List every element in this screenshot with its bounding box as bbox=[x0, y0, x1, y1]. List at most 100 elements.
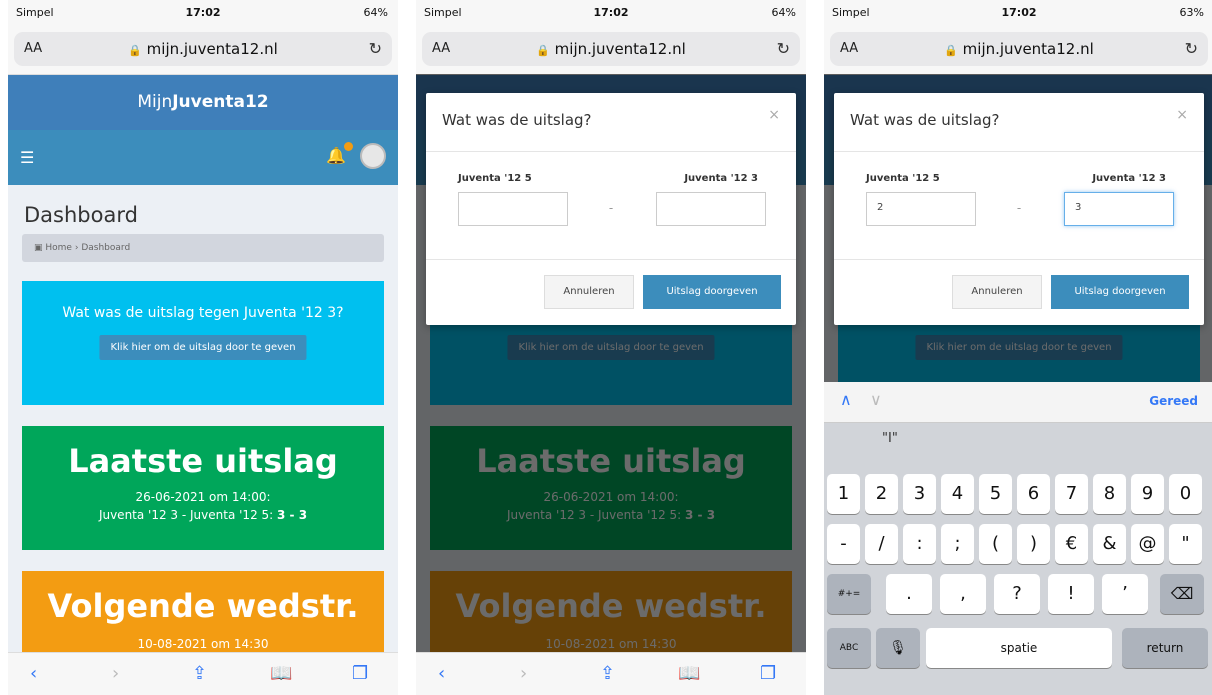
forward-icon[interactable]: › bbox=[520, 663, 527, 684]
keyboard-row-bottom: ABC 🎙 spatie return bbox=[824, 628, 1212, 672]
menu-icon[interactable]: ☰ bbox=[20, 148, 34, 167]
key-comma[interactable]: , bbox=[940, 574, 986, 614]
key-6[interactable]: 6 bbox=[1017, 474, 1050, 514]
url-text: 🔒 mijn.juventa12.nl bbox=[944, 40, 1094, 58]
key-3[interactable]: 3 bbox=[903, 474, 936, 514]
last-result-heading: Laatste uitslag bbox=[68, 442, 338, 480]
report-result-button[interactable]: Klik hier om de uitslag door te geven bbox=[99, 335, 307, 360]
key-8[interactable]: 8 bbox=[1093, 474, 1126, 514]
keyboard-row-digits: 1 2 3 4 5 6 7 8 9 0 bbox=[824, 474, 1212, 518]
breadcrumb: ▣ Home › Dashboard bbox=[22, 234, 384, 262]
clock: 17:02 bbox=[1001, 6, 1037, 19]
url-text: 🔒 mijn.juventa12.nl bbox=[128, 40, 278, 58]
battery-level: 64% bbox=[771, 6, 796, 19]
cancel-button[interactable]: Annuleren bbox=[952, 275, 1042, 309]
last-result-date: 26-06-2021 om 14:00: bbox=[135, 490, 271, 504]
key-euro[interactable]: € bbox=[1055, 524, 1088, 564]
bookmarks-icon[interactable]: 📖 bbox=[678, 663, 700, 684]
key-4[interactable]: 4 bbox=[941, 474, 974, 514]
key-semicolon[interactable]: ; bbox=[941, 524, 974, 564]
breadcrumb-home[interactable]: Home bbox=[45, 243, 72, 253]
url-field[interactable]: AA 🔒 mijn.juventa12.nl ↻ bbox=[14, 32, 392, 66]
reload-icon[interactable]: ↻ bbox=[369, 39, 382, 58]
submit-result-button[interactable]: Uitslag doorgeven bbox=[1051, 275, 1189, 309]
key-dash[interactable]: - bbox=[827, 524, 860, 564]
key-more-symbols[interactable]: #+= bbox=[827, 574, 871, 614]
last-result-line: Juventa '12 3 - Juventa '12 5: 3 - 3 bbox=[22, 508, 384, 522]
key-2[interactable]: 2 bbox=[865, 474, 898, 514]
lock-icon: 🔒 bbox=[128, 44, 142, 57]
key-period[interactable]: . bbox=[886, 574, 932, 614]
key-5[interactable]: 5 bbox=[979, 474, 1012, 514]
space-key[interactable]: spatie bbox=[926, 628, 1112, 668]
key-0[interactable]: 0 bbox=[1169, 474, 1202, 514]
key-ampersand[interactable]: & bbox=[1093, 524, 1126, 564]
key-close-paren[interactable]: ) bbox=[1017, 524, 1050, 564]
address-bar: AA 🔒 mijn.juventa12.nl ↻ bbox=[824, 26, 1212, 75]
status-bar: Simpel 17:02 64% bbox=[416, 0, 806, 26]
lock-icon: 🔒 bbox=[944, 44, 958, 57]
backspace-icon[interactable]: ⌫ bbox=[1160, 574, 1204, 614]
keyboard-accessory-bar: ∧ ∨ Gereed bbox=[824, 382, 1212, 423]
away-score-input[interactable] bbox=[656, 192, 766, 226]
tabs-icon[interactable]: ❐ bbox=[352, 663, 368, 684]
navbar: ☰ 🔔 bbox=[8, 130, 398, 185]
key-quote[interactable]: " bbox=[1169, 524, 1202, 564]
browser-toolbar: ‹ › ⇪ 📖 ❐ bbox=[8, 652, 398, 695]
bookmarks-icon[interactable]: 📖 bbox=[270, 663, 292, 684]
suggestion-item[interactable]: "I" bbox=[882, 431, 898, 446]
question-text: Wat was de uitslag tegen Juventa '12 3? bbox=[62, 305, 344, 321]
key-at[interactable]: @ bbox=[1131, 524, 1164, 564]
notification-dot bbox=[344, 142, 353, 151]
bell-icon[interactable]: 🔔 bbox=[326, 142, 353, 165]
key-apostrophe[interactable]: ’ bbox=[1102, 574, 1148, 614]
home-team-label: Juventa '12 5 bbox=[866, 173, 940, 184]
avatar[interactable] bbox=[360, 143, 386, 169]
key-open-paren[interactable]: ( bbox=[979, 524, 1012, 564]
result-modal: Wat was de uitslag? × Juventa '12 5 Juve… bbox=[426, 93, 796, 325]
divider bbox=[426, 259, 796, 260]
key-colon[interactable]: : bbox=[903, 524, 936, 564]
close-icon[interactable]: × bbox=[1176, 107, 1188, 123]
back-icon[interactable]: ‹ bbox=[30, 663, 37, 684]
url-text: 🔒 mijn.juventa12.nl bbox=[536, 40, 686, 58]
clock: 17:02 bbox=[593, 6, 629, 19]
away-score-input[interactable]: 3 bbox=[1064, 192, 1174, 226]
modal-title: Wat was de uitslag? bbox=[850, 111, 1000, 129]
microphone-icon[interactable]: 🎙 bbox=[876, 628, 920, 668]
reload-icon[interactable]: ↻ bbox=[1185, 39, 1198, 58]
return-key[interactable]: return bbox=[1122, 628, 1208, 668]
result-modal: Wat was de uitslag? × Juventa '12 5 Juve… bbox=[834, 93, 1204, 325]
browser-toolbar: ‹ › ⇪ 📖 ❐ bbox=[416, 652, 806, 695]
forward-icon[interactable]: › bbox=[112, 663, 119, 684]
address-bar: AA 🔒 mijn.juventa12.nl ↻ bbox=[416, 26, 806, 75]
submit-result-button[interactable]: Uitslag doorgeven bbox=[643, 275, 781, 309]
breadcrumb-current: Dashboard bbox=[81, 243, 131, 253]
phone-screen-modal-empty: Simpel 17:02 64% AA 🔒 mijn.juventa12.nl … bbox=[416, 0, 806, 695]
key-9[interactable]: 9 bbox=[1131, 474, 1164, 514]
share-icon[interactable]: ⇪ bbox=[192, 663, 207, 684]
next-match-date: 10-08-2021 om 14:30 bbox=[137, 637, 269, 651]
key-7[interactable]: 7 bbox=[1055, 474, 1088, 514]
share-icon[interactable]: ⇪ bbox=[600, 663, 615, 684]
cancel-button[interactable]: Annuleren bbox=[544, 275, 634, 309]
breadcrumb-separator: › bbox=[74, 243, 79, 253]
last-result-score: 3 - 3 bbox=[277, 508, 308, 522]
key-abc[interactable]: ABC bbox=[827, 628, 871, 668]
home-team-label: Juventa '12 5 bbox=[458, 173, 532, 184]
reload-icon[interactable]: ↻ bbox=[777, 39, 790, 58]
previous-field-icon[interactable]: ∧ bbox=[840, 390, 852, 409]
tabs-icon[interactable]: ❐ bbox=[760, 663, 776, 684]
away-team-label: Juventa '12 3 bbox=[684, 173, 758, 184]
key-question[interactable]: ? bbox=[994, 574, 1040, 614]
url-field[interactable]: AA 🔒 mijn.juventa12.nl ↻ bbox=[422, 32, 800, 66]
url-field[interactable]: AA 🔒 mijn.juventa12.nl ↻ bbox=[830, 32, 1208, 66]
key-1[interactable]: 1 bbox=[827, 474, 860, 514]
key-slash[interactable]: / bbox=[865, 524, 898, 564]
done-button[interactable]: Gereed bbox=[1149, 394, 1198, 408]
back-icon[interactable]: ‹ bbox=[438, 663, 445, 684]
keyboard-row-symbols: - / : ; ( ) € & @ " bbox=[824, 524, 1212, 568]
close-icon[interactable]: × bbox=[768, 107, 780, 123]
next-field-icon[interactable]: ∨ bbox=[870, 390, 882, 409]
key-exclamation[interactable]: ! bbox=[1048, 574, 1094, 614]
